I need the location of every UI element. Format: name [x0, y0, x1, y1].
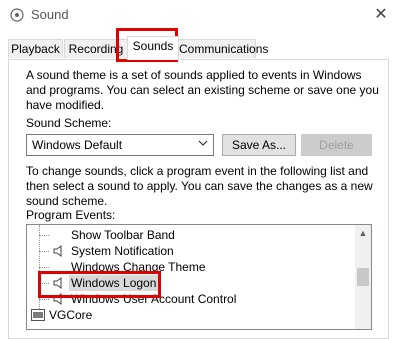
sound-scheme-value: Windows Default: [32, 138, 123, 152]
chevron-down-icon: [198, 140, 208, 146]
sound-app-icon: [10, 8, 24, 22]
sound-scheme-label: Sound Scheme:: [26, 116, 112, 130]
scroll-thumb[interactable]: [357, 268, 369, 286]
highlight-box-windows-logon: [38, 271, 161, 298]
window-title: Sound: [31, 7, 69, 22]
instruction-text-line-1: To change sounds, click a program event …: [26, 164, 369, 178]
tab-playback[interactable]: Playback: [8, 39, 63, 58]
intro-text-line-1: A sound theme is a set of sounds applied…: [26, 68, 362, 82]
delete-button[interactable]: Delete: [301, 134, 372, 156]
list-item[interactable]: System Notification: [27, 243, 357, 259]
title-bar: Sound ✕: [0, 0, 398, 30]
intro-text-line-3: have modified.: [26, 98, 105, 112]
scroll-up-icon[interactable]: ▲: [355, 225, 371, 241]
speaker-icon: [53, 245, 62, 257]
program-events-label: Program Events:: [26, 208, 116, 222]
tab-communications[interactable]: Communications: [178, 39, 268, 58]
save-as-button[interactable]: Save As...: [222, 134, 296, 156]
list-item[interactable]: Show Toolbar Band: [27, 227, 357, 243]
sound-scheme-dropdown[interactable]: Windows Default: [26, 134, 214, 156]
list-item-group[interactable]: VGCore: [27, 307, 357, 323]
program-icon: [31, 309, 45, 321]
tab-sounds[interactable]: Sounds: [127, 36, 179, 60]
close-button[interactable]: ✕: [364, 0, 398, 30]
close-icon: ✕: [374, 6, 388, 23]
vertical-scrollbar[interactable]: ▲: [355, 225, 371, 329]
instruction-text-line-3: sound scheme.: [26, 194, 108, 208]
instruction-text-line-2: then select a sound to apply. You can sa…: [26, 179, 373, 193]
intro-text-line-2: and programs. You can select an existing…: [26, 83, 379, 97]
